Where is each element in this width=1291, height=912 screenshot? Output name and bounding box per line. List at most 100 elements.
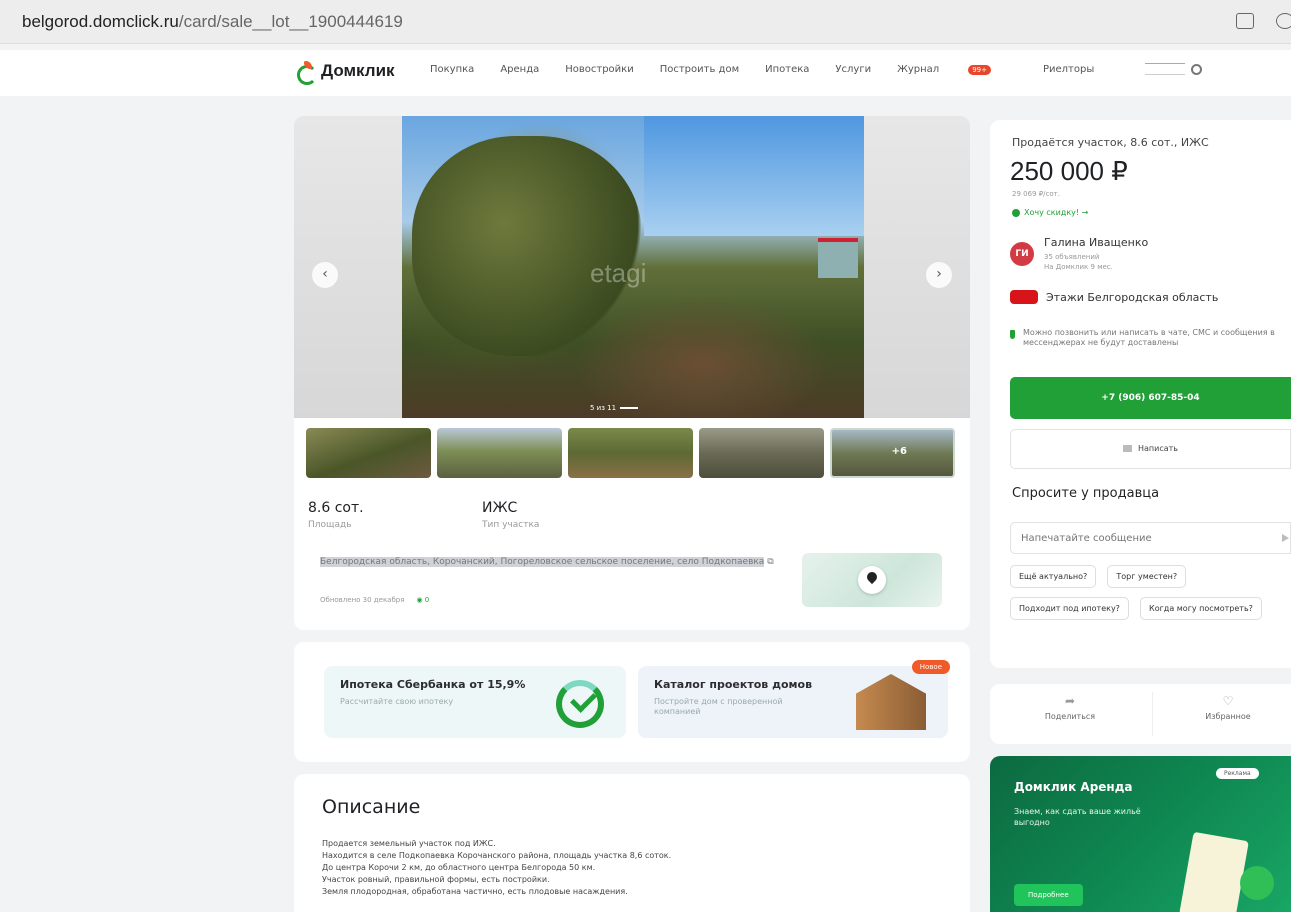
send-icon[interactable]: [1282, 534, 1289, 542]
update-info: Обновлено 30 декабря ◉ 0: [320, 596, 429, 604]
params-row: 8.6 сот. Площадь ИЖС Тип участка: [308, 500, 656, 530]
mortgage-promo[interactable]: Ипотека Сбербанка от 15,9% Рассчитайте с…: [324, 666, 626, 738]
share-icon: ➦: [1064, 694, 1076, 708]
main-nav: Покупка Аренда Новостройки Построить дом…: [430, 64, 1120, 75]
nav-item-build[interactable]: Построить дом: [660, 64, 739, 75]
chip-when-view[interactable]: Когда могу посмотреть?: [1140, 597, 1262, 620]
agent-block[interactable]: ГИ Галина Иващенко 35 объявлений На Домк…: [1010, 236, 1148, 272]
catalog-promo[interactable]: Каталог проектов домов Постройте дом с п…: [638, 666, 948, 738]
write-label: Написать: [1137, 444, 1179, 453]
ask-seller-title: Спросите у продавца: [1012, 486, 1160, 501]
share-button[interactable]: ➦ Поделиться: [1000, 694, 1140, 721]
document-illustration-icon: [1179, 831, 1249, 912]
description-line: Участок ровный, правильной формы, есть п…: [322, 875, 550, 884]
map-pin-icon: [858, 566, 886, 594]
user-name-placeholder: [1145, 63, 1185, 75]
nav-item-mortgage[interactable]: Ипотека: [765, 64, 809, 75]
url-path: /card/sale__lot__1900444619: [178, 12, 403, 31]
discount-link[interactable]: Хочу скидку! →: [1012, 208, 1088, 217]
description-line: Продается земельный участок под ИЖС.: [322, 839, 496, 848]
site-header: Домклик Покупка Аренда Новостройки Постр…: [0, 50, 1291, 96]
price: 250 000 ₽: [1010, 156, 1128, 186]
agent-name[interactable]: Галина Иващенко: [1044, 236, 1148, 249]
views-count: ◉ 0: [416, 596, 430, 604]
param-value: ИЖС: [482, 500, 518, 516]
plant-illustration-icon: [1240, 866, 1274, 900]
agency-logo-icon: [1010, 290, 1038, 304]
browser-address-bar[interactable]: belgorod.domclick.ru/card/sale__lot__190…: [0, 0, 1291, 44]
avatar: ГИ: [1010, 242, 1034, 266]
ad-title: Домклик Аренда: [1014, 780, 1133, 794]
param-value: 8.6 сот.: [308, 500, 364, 516]
chip-bargain[interactable]: Торг уместен?: [1107, 565, 1187, 588]
description-heading: Описание: [322, 796, 421, 818]
phone-button[interactable]: +7 (906) 607-85-04: [1010, 377, 1291, 419]
photo-dots: [620, 407, 639, 409]
photo-counter: 5 из 11: [590, 404, 639, 412]
rent-ad-banner[interactable]: Домклик Аренда Знаем, как сдать ваше жил…: [990, 756, 1291, 912]
profile-icon[interactable]: [1276, 13, 1291, 29]
promo-subtitle: Постройте дом с проверенной компанией: [654, 697, 783, 716]
new-badge: Новое: [911, 660, 950, 674]
price-card: Продаётся участок, 8.6 сот., ИЖС 250 000…: [990, 120, 1291, 668]
logo-icon: [295, 61, 317, 85]
share-label: Поделиться: [1044, 712, 1096, 721]
more-photos-count: +6: [891, 446, 907, 457]
nav-item-journal[interactable]: Журнал 99+: [897, 64, 1017, 75]
nav-item-buy[interactable]: Покупка: [430, 64, 474, 75]
copy-icon[interactable]: ⧉: [767, 557, 773, 567]
ad-label: Реклама: [1216, 768, 1259, 779]
url-host: belgorod.domclick.ru: [22, 12, 179, 31]
settings-icon[interactable]: [1191, 63, 1202, 75]
nav-item-newbuildings[interactable]: Новостройки: [565, 64, 633, 75]
ad-more-button[interactable]: Подробнее: [1014, 884, 1083, 906]
chip-still-actual[interactable]: Ещё актуально?: [1010, 565, 1097, 588]
address-text: Белгородская область, Корочанский, Погор…: [320, 557, 765, 567]
chip-mortgage[interactable]: Подходит под ипотеку?: [1010, 597, 1129, 620]
nav-journal-label: Журнал: [897, 64, 940, 75]
param-label: Площадь: [308, 520, 352, 530]
photo-counter-text: 5 из 11: [590, 404, 617, 412]
address[interactable]: Белгородская область, Корочанский, Погор…: [320, 556, 790, 568]
logo-text: Домклик: [321, 61, 395, 80]
thumbnail[interactable]: [568, 428, 693, 478]
thumbnail-strip: +6: [306, 428, 955, 478]
description-line: Находится в селе Подкопаевка Корочанског…: [322, 851, 672, 860]
nav-item-rent[interactable]: Аренда: [500, 64, 539, 75]
favorite-label: Избранное: [1205, 712, 1251, 721]
thumbnail[interactable]: [699, 428, 824, 478]
thumbnail-more[interactable]: +6: [830, 428, 955, 478]
thumbnail[interactable]: [437, 428, 562, 478]
next-photo-button[interactable]: ›: [926, 262, 952, 288]
photo-sky: [644, 116, 864, 236]
favorite-button[interactable]: ♡ Избранное: [1158, 694, 1291, 721]
photo-tree: [412, 136, 642, 356]
promo-section: Ипотека Сбербанка от 15,9% Рассчитайте с…: [294, 642, 970, 762]
listing-title: Продаётся участок, 8.6 сот., ИЖС: [1012, 136, 1209, 149]
write-button[interactable]: Написать: [1010, 429, 1291, 469]
sberbank-logo-icon: [556, 680, 604, 728]
watermark: etagi: [590, 258, 647, 288]
logo[interactable]: Домклик: [295, 61, 395, 85]
main-photo[interactable]: etagi 5 из 11: [402, 116, 864, 418]
agency-block[interactable]: Этажи Белгородская область: [1010, 290, 1218, 304]
param-label: Тип участка: [482, 520, 540, 530]
thumbnail[interactable]: [306, 428, 431, 478]
prev-photo-button[interactable]: ‹: [312, 262, 338, 288]
description-line: Земля плодородная, обработана частично, …: [322, 887, 628, 896]
views-value: 0: [424, 596, 430, 604]
contact-notice: Можно позвонить или написать в чате, СМС…: [1010, 328, 1280, 348]
nav-item-realtors[interactable]: Риелторы: [1043, 64, 1094, 75]
updated-date: Обновлено 30 декабря: [320, 596, 405, 604]
discount-text: Хочу скидку! →: [1024, 208, 1089, 217]
agent-since: На Домклик 9 мес.: [1044, 263, 1113, 271]
url-text[interactable]: belgorod.domclick.ru/card/sale__lot__190…: [22, 12, 403, 32]
cast-icon[interactable]: [1236, 13, 1254, 29]
message-input[interactable]: [1010, 522, 1291, 554]
nav-item-services[interactable]: Услуги: [835, 64, 871, 75]
param-area: 8.6 сот. Площадь: [308, 500, 482, 530]
mini-map[interactable]: [802, 553, 942, 607]
listing-card: etagi 5 из 11 ‹ › +6 8.6 сот. Площадь ИЖ…: [294, 116, 970, 630]
description-line: До центра Корочи 2 км, до областного цен…: [322, 863, 596, 872]
user-menu[interactable]: [1145, 63, 1202, 75]
